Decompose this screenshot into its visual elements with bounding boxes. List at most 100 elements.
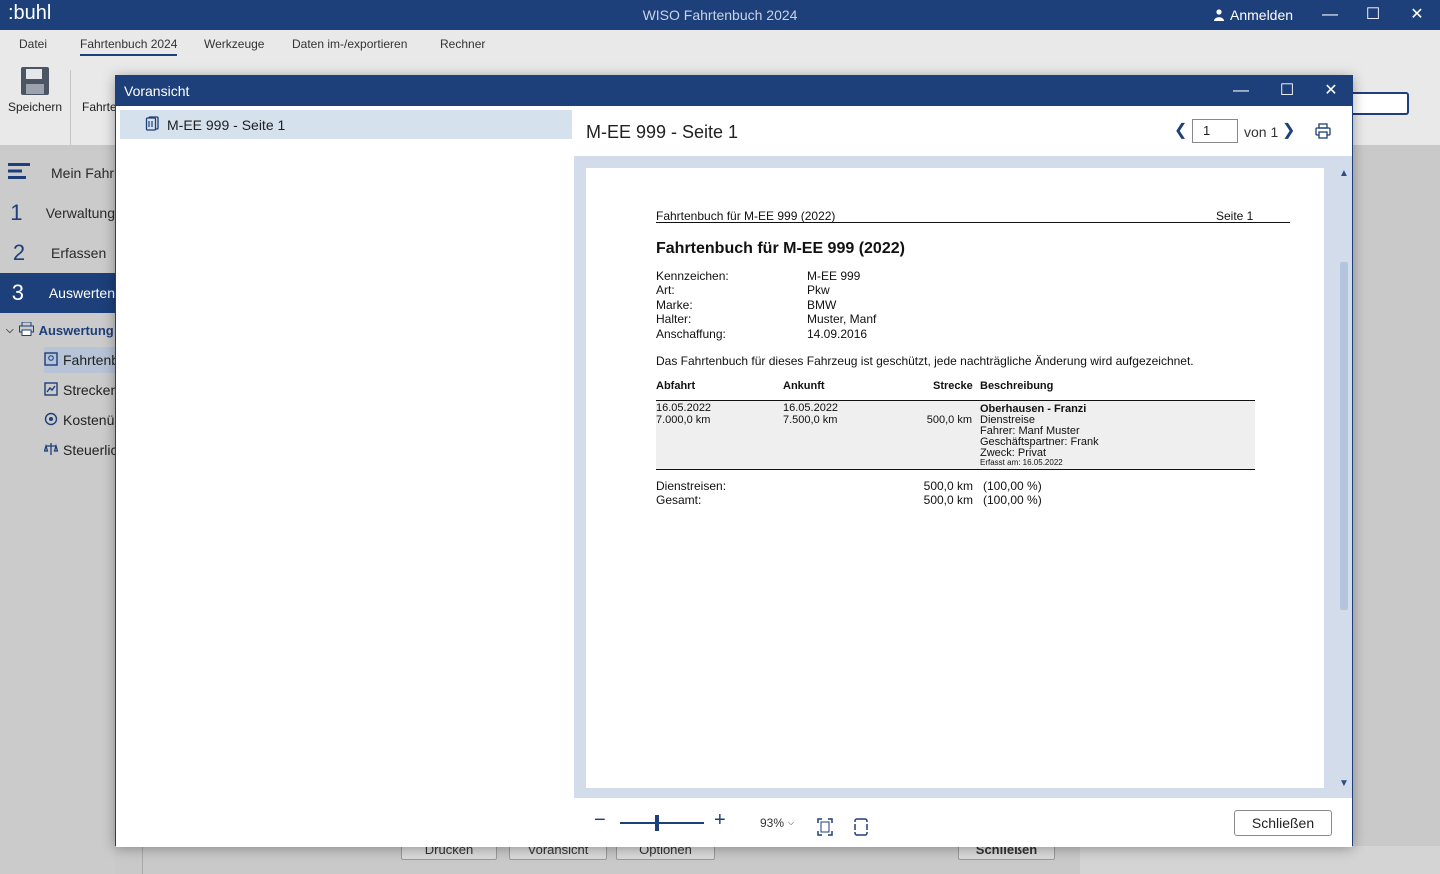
ribbon-second-button[interactable]: Fahrte [82,100,117,114]
menu-rechner[interactable]: Rechner [440,37,485,51]
departure-date: 16.05.2022 [656,402,712,414]
scrollbar-thumb[interactable] [1340,262,1348,610]
zoom-value: 93% [760,816,785,830]
summary-km: 500,0 km [923,479,973,493]
background-panel [1080,846,1440,874]
field-value: BMW [807,298,837,312]
subitem-strecken[interactable]: Strecken [44,377,115,403]
field-label: Marke: [656,298,693,312]
ribbon-divider [70,70,71,146]
zoom-slider-thumb[interactable] [655,815,659,831]
summary-pct: (100,00 %) [983,493,1042,507]
maximize-icon[interactable]: ☐ [1364,6,1382,24]
nav-mein-fahrtenbuch[interactable]: Mein Fahr [0,153,115,193]
fit-width-icon[interactable] [853,818,869,839]
printer-icon [18,322,34,339]
table-row [656,400,1255,470]
title-bar: :buhl WISO Fahrtenbuch 2024 Anmelden — ☐… [0,0,1440,30]
field-value: Muster, Manf [807,312,877,326]
page-tree: M-EE 999 - Seite 1 [116,106,574,847]
header-rule [656,222,1290,223]
doc-header-right: Seite 1 [1216,209,1254,223]
close-button[interactable]: Schließen [1234,810,1332,836]
summary-label: Gesamt: [656,493,702,507]
page-count: von 1 [1244,124,1279,140]
chevron-down-icon: ⌵ [788,818,795,827]
nav-verwaltung[interactable]: 1 Verwaltung [0,193,115,233]
search-input[interactable] [1353,92,1409,115]
nav-label: Auswerten [48,285,115,301]
subitem-label: Steuerlic [63,442,115,458]
preview-dialog: Voransicht — ☐ ✕ M-EE 999 - Seite 1 M-EE… [115,75,1353,847]
list-icon [0,160,38,186]
dialog-title-bar: Voransicht — ☐ ✕ [116,76,1352,106]
scroll-down-icon[interactable]: ▼ [1339,778,1349,789]
subitem-label: Strecken [63,382,115,398]
menu-fahrtenbuch[interactable]: Fahrtenbuch 2024 [80,37,178,56]
vertical-scrollbar[interactable]: ▲ ▼ [1336,164,1352,796]
user-icon [1214,9,1224,21]
doc-heading: Fahrtenbuch für M-EE 999 (2022) [656,240,905,257]
preview-title: M-EE 999 - Seite 1 [586,122,739,142]
login-label: Anmelden [1230,7,1294,23]
nav-label: Erfassen [51,245,107,261]
tree-item-label: M-EE 999 - Seite 1 [167,116,286,133]
close-icon[interactable]: ✕ [1408,6,1426,24]
step-number: 1 [10,200,23,225]
minimize-icon[interactable]: — [1321,6,1339,24]
distance: 500,0 km [926,414,972,426]
scale-icon [44,442,59,459]
subitem-kosten[interactable]: Kostenü [44,407,115,433]
dialog-title: Voransicht [124,83,190,99]
nav-label: Verwaltung [45,205,115,221]
column-header: Strecke [933,380,973,392]
subitem-fahrtenbuch[interactable]: Fahrtenb [44,347,115,373]
pages-icon [144,115,159,134]
field-label: Halter: [656,312,692,326]
zoom-dropdown[interactable]: 93% ⌵ [760,816,794,830]
zoom-slider[interactable] [620,822,704,824]
tree-group-auswertung[interactable]: ⌵ Auswertung [6,322,115,339]
menu-werkzeuge[interactable]: Werkzeuge [204,37,264,51]
column-header: Ankunft [783,380,825,392]
print-icon[interactable] [1315,123,1331,142]
nav-auswerten[interactable]: 3 Auswerten [0,273,115,313]
dialog-maximize-icon[interactable]: ☐ [1276,81,1298,101]
field-value: M-EE 999 [807,269,861,283]
save-icon [20,66,50,99]
zoom-in-icon[interactable]: + [714,810,726,830]
save-button[interactable]: Speichern [8,100,62,114]
document-page: Fahrtenbuch für M-EE 999 (2022) Seite 1 … [586,168,1324,788]
zoom-out-icon[interactable]: − [594,810,606,830]
dialog-close-icon[interactable]: ✕ [1320,81,1342,101]
departure-km: 7.000,0 km [656,414,711,426]
coins-icon [44,412,58,429]
nav-erfassen[interactable]: 2 Erfassen [0,233,115,273]
next-page-icon[interactable]: ❯ [1282,120,1295,140]
dialog-minimize-icon[interactable]: — [1230,81,1252,101]
step-number: 2 [12,240,26,265]
scroll-up-icon[interactable]: ▲ [1339,168,1349,179]
fit-page-icon[interactable] [817,818,833,839]
subitem-label: Kostenü [63,412,115,428]
prev-page-icon[interactable]: ❮ [1174,120,1187,140]
nav-label: Mein Fahr [51,165,115,181]
tree-item-page-1[interactable]: M-EE 999 - Seite 1 [120,110,572,139]
group-label: Auswertung [38,323,114,338]
page-number-input[interactable]: 1 [1192,119,1238,143]
field-value: 14.09.2016 [807,327,868,341]
arrival-date: 16.05.2022 [783,402,839,414]
doc-notice: Das Fahrtenbuch für dieses Fahrzeug ist … [656,354,1194,368]
field-label: Art: [656,283,675,297]
recorded-date: Erfasst am: 16.05.2022 [980,458,1063,467]
summary-pct: (100,00 %) [983,479,1042,493]
subitem-steuerlich[interactable]: Steuerlic [44,437,115,463]
menu-datei[interactable]: Datei [19,37,47,51]
field-label: Anschaffung: [656,327,726,341]
column-header: Beschreibung [980,380,1054,392]
login-button[interactable]: Anmelden [1214,7,1293,23]
summary-label: Dienstreisen: [656,479,727,493]
preview-pane: M-EE 999 - Seite 1 ❮ 1 von 1 ❯ Fahrtenbu… [574,106,1352,847]
column-header: Abfahrt [656,380,696,392]
menu-daten[interactable]: Daten im-/exportieren [292,37,407,51]
